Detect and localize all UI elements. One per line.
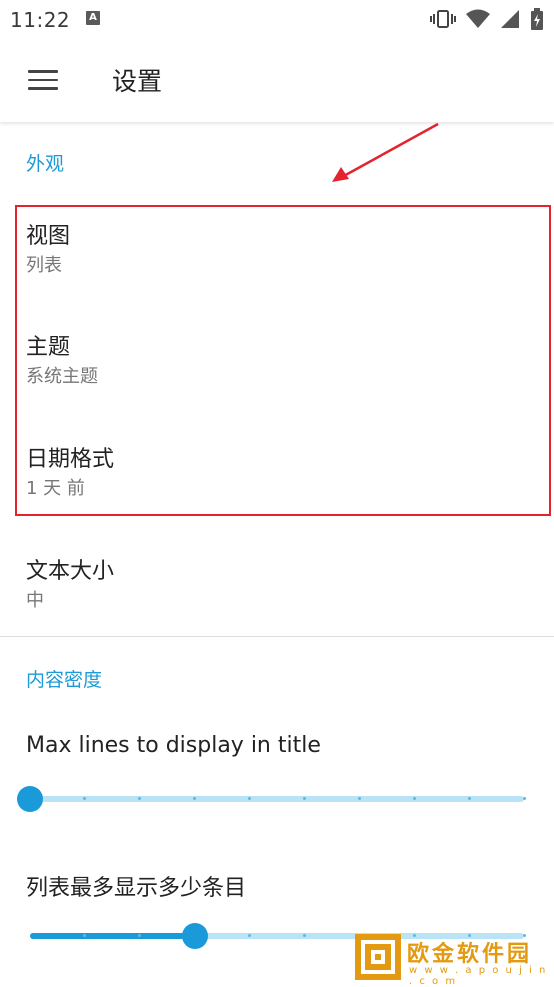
slider-tick	[302, 934, 306, 937]
watermark-text: 欧金软件园	[407, 942, 533, 967]
section-header-appearance: 外观	[26, 153, 65, 175]
watermark-logo-icon	[355, 934, 401, 980]
app-bar: 设置	[0, 38, 554, 122]
status-icons	[430, 8, 544, 30]
pref-text-size-title: 文本大小	[26, 559, 115, 584]
slider-tick	[357, 797, 361, 800]
status-time: 11:22	[10, 8, 71, 32]
pref-text-size[interactable]: 文本大小 中	[0, 553, 554, 633]
slider-track	[30, 796, 524, 802]
pref-max-lines-title-label: Max lines to display in title	[26, 733, 321, 758]
watermark: 欧金软件园 w w w . a p o u j i n . c o m	[355, 934, 550, 987]
battery-icon	[531, 8, 543, 30]
pref-list-max-items-label: 列表最多显示多少条目	[26, 876, 247, 901]
status-bar: 11:22 A	[0, 0, 554, 38]
slider-tick	[302, 797, 306, 800]
section-divider	[0, 636, 554, 637]
annotation-highlight-box	[15, 205, 551, 516]
slider-tick	[412, 797, 416, 800]
slider-fill	[30, 933, 195, 939]
max-lines-slider[interactable]	[17, 784, 526, 814]
menu-icon[interactable]	[28, 70, 58, 90]
cellular-icon	[501, 10, 519, 28]
slider-thumb[interactable]	[17, 786, 43, 812]
pref-list-max-items: 列表最多显示多少条目	[0, 870, 554, 910]
pref-text-size-value: 中	[26, 590, 44, 611]
slider-tick	[467, 797, 471, 800]
slider-tick	[522, 797, 526, 800]
section-header-content-density: 内容密度	[26, 669, 103, 691]
slider-thumb[interactable]	[181, 923, 208, 949]
vibrate-icon	[430, 10, 456, 28]
pref-max-lines-title: Max lines to display in title	[0, 733, 554, 773]
notification-a-icon: A	[86, 11, 100, 25]
wifi-icon	[466, 9, 490, 28]
page-title: 设置	[112, 67, 163, 96]
annotation-arrow-icon	[332, 122, 439, 182]
